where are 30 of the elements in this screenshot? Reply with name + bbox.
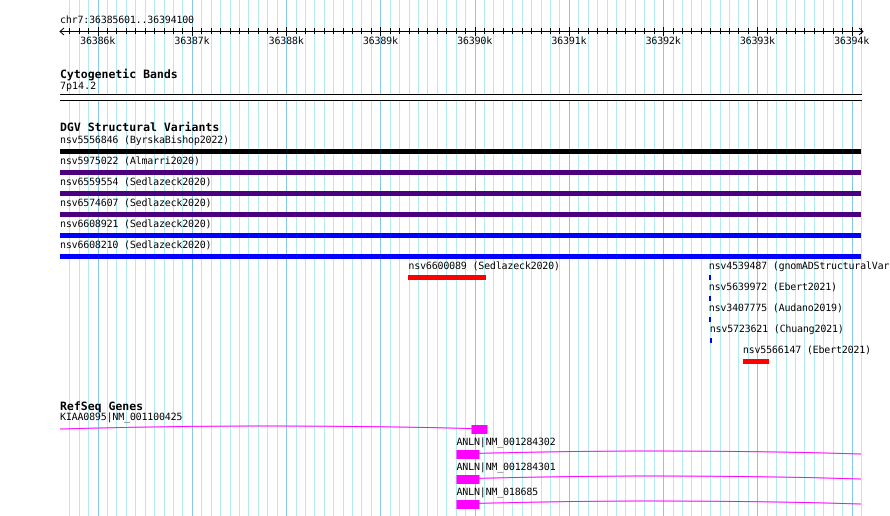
variant-label: nsv4539487 (gnomADStructuralVar — [708, 261, 890, 273]
tick-label: 36390k — [457, 36, 492, 48]
tick-label: 36386k — [80, 36, 116, 48]
variant-label: nsv5723621 (Chuang2021) — [710, 324, 844, 336]
tick-label: 36388k — [268, 36, 304, 48]
tick-label: 36391k — [551, 36, 586, 48]
variant-label: nsv5556846 (ByrskaBishop2022) — [60, 135, 229, 147]
tick-label: 36394k — [834, 36, 870, 48]
track-title: RefSeq Genes — [60, 400, 144, 412]
variant-label: nsv6559554 (Sedlazeck2020) — [60, 177, 212, 189]
gene-label: ANLN|NM_001284301 — [456, 462, 556, 474]
band-label: 7p14.2 — [60, 81, 96, 93]
variant-label: nsv6600089 (Sedlazeck2020) — [408, 261, 560, 273]
variant-label: nsv6574607 (Sedlazeck2020) — [60, 198, 212, 210]
position-label: chr7:36385601..36394100 — [60, 15, 194, 27]
variant-label: nsv5639972 (Ebert2021) — [708, 282, 837, 294]
variant-label: nsv5566147 (Ebert2021) — [742, 345, 871, 357]
tick-label: 36389k — [362, 36, 398, 48]
tick-label: 36387k — [174, 36, 210, 48]
variant-label: nsv3407775 (Audano2019) — [708, 303, 843, 315]
variant-label: nsv6608210 (Sedlazeck2020) — [60, 240, 212, 252]
gene-label: ANLN|NM_018685 — [456, 487, 538, 499]
variant-label: nsv6608921 (Sedlazeck2020) — [60, 219, 212, 231]
variant-label: nsv5975022 (Almarri2020) — [60, 156, 200, 168]
tick-label: 36392k — [646, 36, 681, 48]
gene-label: KIAA0895|NM_001100425 — [60, 412, 182, 424]
track-title: Cytogenetic Bands — [60, 68, 178, 80]
gene-label: ANLN|NM_001284302 — [456, 437, 556, 449]
track-title: DGV Structural Variants — [60, 121, 220, 133]
tick-label: 36393k — [740, 36, 775, 48]
